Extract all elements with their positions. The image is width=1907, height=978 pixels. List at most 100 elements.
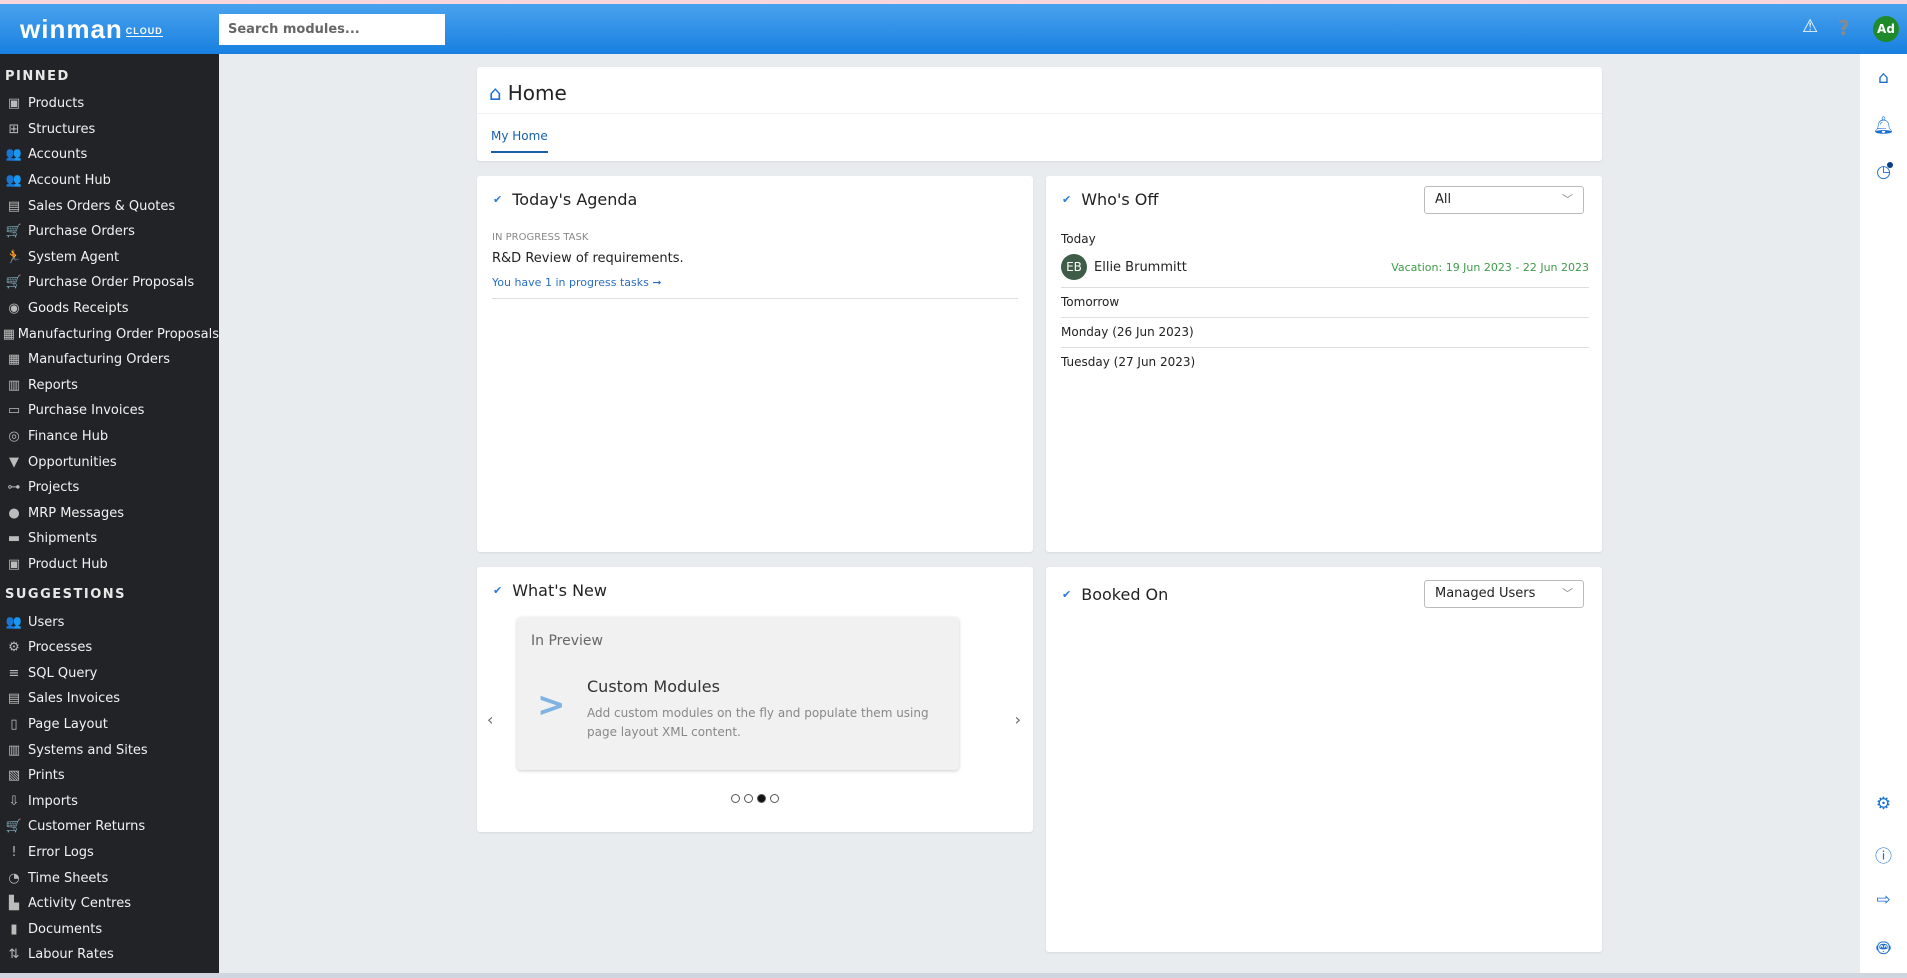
gear-icon[interactable]: ⚙ — [1860, 794, 1907, 814]
sidebar-item-products[interactable]: ▣ Products — [0, 91, 219, 117]
module-icon: ◉ — [8, 301, 20, 317]
sidebar-item-label: Product Hub — [28, 556, 108, 572]
winman-logo[interactable]: winman CLOUD — [20, 14, 163, 45]
chevron-down-icon[interactable]: ✔ — [1062, 193, 1071, 206]
task-name[interactable]: R&D Review of requirements. — [492, 251, 684, 266]
carousel-dot[interactable] — [731, 794, 740, 803]
sidebar-item-processes[interactable]: ⚙ Processes — [0, 635, 219, 661]
tab-my-home[interactable]: My Home — [491, 129, 548, 153]
home-icon: ⌂ — [489, 81, 502, 105]
sidebar-item-label: Processes — [28, 640, 93, 656]
module-icon: 🛒 — [5, 224, 23, 240]
sidebar-item-projects[interactable]: ⊶ Projects — [0, 475, 219, 501]
sidebar-item-opportunities[interactable]: ▼ Opportunities — [0, 449, 219, 475]
sidebar-item-product-hub[interactable]: ▣ Product Hub — [0, 552, 219, 578]
in-progress-link[interactable]: You have 1 in progress tasks ➞ — [492, 276, 662, 289]
sidebar-item-page-layout[interactable]: ▯ Page Layout — [0, 712, 219, 738]
module-icon: ▧ — [7, 768, 21, 784]
carousel-next-button[interactable]: › — [1015, 710, 1021, 729]
today-heading: Today — [1061, 232, 1096, 246]
user-avatar[interactable]: Ad — [1873, 16, 1899, 42]
home-card: ⌂ Home My Home — [477, 67, 1602, 161]
bottom-scrollbar[interactable] — [0, 973, 1907, 978]
sidebar-item-prints[interactable]: ▧ Prints — [0, 763, 219, 789]
sidebar-item-mrp-messages[interactable]: ● MRP Messages — [0, 501, 219, 527]
module-icon: ▤ — [7, 691, 21, 707]
sidebar-item-label: Error Logs — [28, 844, 94, 860]
sidebar-item-label: System Agent — [28, 249, 120, 265]
sidebar-item-reports[interactable]: ▥ Reports — [0, 373, 219, 399]
sidebar-item-accounts[interactable]: 👥 Accounts — [0, 142, 219, 168]
module-icon: ▥ — [7, 377, 21, 393]
module-icon: ▥ — [7, 742, 21, 758]
module-icon: ⊶ — [7, 480, 21, 496]
carousel-prev-button[interactable]: ‹ — [487, 710, 493, 729]
sidebar-item-label: Purchase Orders — [28, 224, 135, 240]
sidebar-item-label: Sales Orders & Quotes — [28, 198, 176, 214]
chevron-down-icon[interactable]: ✔ — [1062, 588, 1071, 601]
sidebar-item-label: Imports — [28, 793, 78, 809]
card-title: Who's Off — [1081, 190, 1159, 209]
sidebar-item-manufacturing-orders[interactable]: ▦ Manufacturing Orders — [0, 347, 219, 373]
feature-title: Custom Modules — [587, 677, 720, 696]
module-icon: ⚙ — [8, 640, 20, 656]
sidebar-item-systems-and-sites[interactable]: ▥ Systems and Sites — [0, 737, 219, 763]
chevron-down-icon[interactable]: ✔ — [493, 584, 502, 597]
carousel-dot[interactable] — [744, 794, 753, 803]
whats-new-card: ✔ What's New ‹ › In Preview > Custom Modu… — [477, 567, 1033, 832]
sidebar-item-labour-rates[interactable]: ⇅ Labour Rates — [0, 942, 219, 968]
feature-slide[interactable]: In Preview > Custom Modules Add custom m… — [517, 617, 959, 770]
module-icon: ▯ — [10, 716, 18, 732]
sidebar-item-error-logs[interactable]: ! Error Logs — [0, 840, 219, 866]
sidebar-item-label: Structures — [28, 121, 96, 137]
sidebar-item-time-sheets[interactable]: ◔ Time Sheets — [0, 865, 219, 891]
bell-icon[interactable]: 🔔︎ — [1860, 116, 1907, 136]
sidebar-item-documents[interactable]: ▮ Documents — [0, 916, 219, 942]
sidebar-item-sales-orders-quotes[interactable]: ▤ Sales Orders & Quotes — [0, 193, 219, 219]
chevron-down-icon[interactable]: ✔ — [493, 193, 502, 206]
sidebar-item-finance-hub[interactable]: ◎ Finance Hub — [0, 424, 219, 450]
sidebar-item-imports[interactable]: ⇩ Imports — [0, 788, 219, 814]
person-row[interactable]: EB Ellie Brummitt Vacation: 19 Jun 2023 … — [1061, 252, 1589, 288]
booked-on-filter-select[interactable]: Managed Users ﹀ — [1424, 580, 1584, 608]
sidebar-item-purchase-orders[interactable]: 🛒 Purchase Orders — [0, 219, 219, 245]
sidebar-item-sql-query[interactable]: ≡ SQL Query — [0, 660, 219, 686]
sidebar-item-account-hub[interactable]: 👥 Account Hub — [0, 168, 219, 194]
sidebar-item-label: Activity Centres — [28, 896, 131, 912]
sidebar-item-customer-returns[interactable]: 🛒 Customer Returns — [0, 814, 219, 840]
sidebar-item-purchase-invoices[interactable]: ▭ Purchase Invoices — [0, 398, 219, 424]
sidebar-item-structures[interactable]: ⊞ Structures — [0, 117, 219, 143]
sidebar-item-activity-centres[interactable]: ▙ Activity Centres — [0, 891, 219, 917]
search-input[interactable] — [219, 14, 445, 45]
sidebar-item-shipments[interactable]: ▬ Shipments — [0, 526, 219, 552]
carousel-dot[interactable] — [770, 794, 779, 803]
sidebar-item-users[interactable]: 👥 Users — [0, 609, 219, 635]
sidebar-item-label: SQL Query — [28, 665, 98, 681]
sidebar-item-label: Manufacturing Orders — [28, 352, 170, 368]
timer-icon[interactable]: ◷ — [1860, 162, 1907, 182]
whos-off-filter-select[interactable]: All ﹀ — [1424, 186, 1584, 214]
logout-icon[interactable]: ⇨ — [1860, 890, 1907, 910]
module-icon: 🛒 — [5, 275, 23, 291]
sidebar-item-label: Goods Receipts — [28, 301, 129, 317]
chatbot-icon[interactable]: 🤖︎ — [1860, 932, 1907, 964]
sidebar: PINNED ▣ Products ⊞ Structures 👥 Accounts 👥 Acc… — [0, 54, 219, 978]
module-icon: ▦ — [2, 326, 15, 342]
sidebar-item-goods-receipts[interactable]: ◉ Goods Receipts — [0, 296, 219, 322]
home-icon[interactable]: ⌂ — [1860, 68, 1907, 88]
warning-icon[interactable]: ⚠ — [1802, 16, 1818, 37]
card-title: Today's Agenda — [512, 190, 638, 209]
module-icon: ◎ — [8, 429, 20, 445]
vacation-dates: Vacation: 19 Jun 2023 - 22 Jun 2023 — [1391, 261, 1589, 274]
sidebar-item-system-agent[interactable]: 🏃 System Agent — [0, 245, 219, 271]
preview-tag: In Preview — [531, 633, 603, 649]
module-icon: ⇅ — [8, 947, 20, 963]
sidebar-item-purchase-order-proposals[interactable]: 🛒 Purchase Order Proposals — [0, 270, 219, 296]
sidebar-item-label: Account Hub — [28, 173, 111, 189]
sidebar-item-label: Finance Hub — [28, 429, 109, 445]
sidebar-item-sales-invoices[interactable]: ▤ Sales Invoices — [0, 686, 219, 712]
help-circle-icon[interactable]: ⓘ — [1860, 842, 1907, 867]
carousel-dot[interactable] — [757, 794, 766, 803]
help-icon[interactable]: ? — [1838, 16, 1850, 40]
sidebar-item-manufacturing-order-proposals[interactable]: ▦ Manufacturing Order Proposals — [0, 321, 219, 347]
